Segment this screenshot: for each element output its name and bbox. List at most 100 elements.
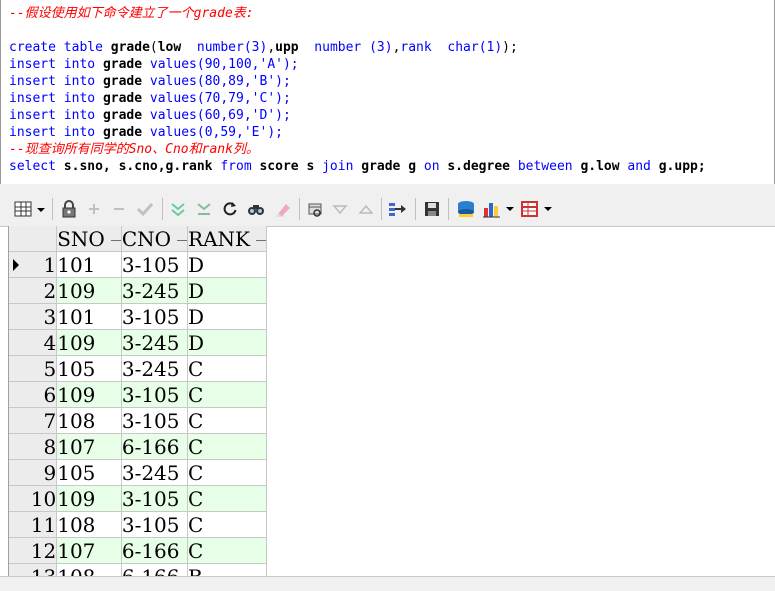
filter-icon[interactable] — [168, 199, 188, 219]
table-row[interactable]: 4 109 3-245 D — [9, 329, 267, 356]
column-header-cno[interactable]: CNO — [121, 226, 189, 252]
cell-sno[interactable]: 109 — [56, 277, 122, 304]
next-page-icon[interactable] — [331, 199, 349, 219]
table-row[interactable]: 2 109 3-245 D — [9, 277, 267, 304]
table-row[interactable]: 1 101 3-105 D — [9, 251, 267, 278]
row-number[interactable]: 2 — [9, 277, 58, 304]
horizontal-scrollbar[interactable] — [0, 576, 775, 591]
save-icon[interactable] — [422, 199, 442, 219]
clear-filter-icon[interactable] — [194, 199, 214, 219]
cell-cno[interactable]: 3-245 — [121, 329, 189, 356]
delete-record-icon[interactable] — [110, 199, 128, 219]
query-by-example-icon[interactable] — [305, 199, 325, 219]
row-number[interactable]: 6 — [9, 381, 58, 408]
row-number[interactable]: 13 — [9, 563, 58, 576]
row-number[interactable]: 9 — [9, 459, 58, 486]
cell-sno[interactable]: 101 — [56, 303, 122, 330]
table-row[interactable]: 9 105 3-245 C — [9, 459, 267, 486]
table-row[interactable]: 5 105 3-245 C — [9, 355, 267, 382]
table-row[interactable]: 6 109 3-105 C — [9, 381, 267, 408]
table-row[interactable]: 12 107 6-166 C — [9, 537, 267, 564]
export-icon[interactable] — [386, 199, 408, 219]
cell-cno[interactable]: 3-105 — [121, 485, 189, 512]
cell-rank[interactable]: D — [187, 251, 267, 278]
refresh-icon[interactable] — [221, 199, 239, 219]
cell-rank[interactable]: B — [187, 563, 267, 576]
cell-rank[interactable]: D — [187, 329, 267, 356]
cell-rank[interactable]: D — [187, 277, 267, 304]
table-row[interactable]: 10 109 3-105 C — [9, 485, 267, 512]
cell-cno[interactable]: 3-105 — [121, 407, 189, 434]
cell-sno[interactable]: 109 — [56, 381, 122, 408]
chart-icon[interactable] — [482, 199, 518, 219]
table-icon[interactable] — [520, 199, 556, 219]
cell-rank[interactable]: C — [187, 381, 267, 408]
cell-sno[interactable]: 109 — [56, 329, 122, 356]
cell-sno[interactable]: 105 — [56, 355, 122, 382]
find-icon[interactable] — [246, 199, 266, 219]
table-row[interactable]: 7 108 3-105 C — [9, 407, 267, 434]
cell-cno[interactable]: 3-105 — [121, 511, 189, 538]
row-number[interactable]: 5 — [9, 355, 58, 382]
code-token: char — [447, 40, 479, 55]
cell-rank[interactable]: C — [187, 355, 267, 382]
cell-rank[interactable]: C — [187, 485, 267, 512]
sql-code[interactable]: --假设使用如下命令建立了一个grade表: create table grad… — [9, 5, 706, 175]
column-header-rank[interactable]: RANK — [187, 226, 267, 252]
code-token: number — [314, 40, 362, 55]
grid-view-icon[interactable] — [13, 199, 49, 219]
cell-sno[interactable]: 105 — [56, 459, 122, 486]
row-number[interactable]: 10 — [9, 485, 58, 512]
previous-page-icon[interactable] — [357, 199, 375, 219]
cell-cno[interactable]: 3-245 — [121, 459, 189, 486]
row-number[interactable]: 4 — [9, 329, 58, 356]
table-row[interactable]: 131086-166B — [9, 563, 267, 576]
cell-rank[interactable]: D — [187, 303, 267, 330]
cell-cno[interactable]: 6-166 — [121, 563, 189, 576]
cell-cno[interactable]: 6-166 — [121, 433, 189, 460]
cell-cno[interactable]: 3-105 — [121, 251, 189, 278]
cell-cno[interactable]: 3-105 — [121, 381, 189, 408]
cell-cno[interactable]: 3-245 — [121, 277, 189, 304]
cell-sno[interactable]: 101 — [56, 251, 122, 278]
cell-sno[interactable]: 107 — [56, 433, 122, 460]
table-row[interactable]: 8 107 6-166 C — [9, 433, 267, 460]
cell-rank[interactable]: C — [187, 537, 267, 564]
add-record-icon[interactable] — [85, 199, 103, 219]
cell-cno[interactable]: 3-245 — [121, 355, 189, 382]
cell-sno[interactable]: 108 — [56, 407, 122, 434]
cell-cno[interactable]: 3-105 — [121, 303, 189, 330]
table-row[interactable]: 3 101 3-105 D — [9, 303, 267, 330]
row-number[interactable]: 8 — [9, 433, 58, 460]
column-header-sno[interactable]: SNO — [56, 226, 122, 252]
row-number[interactable]: 11 — [9, 511, 58, 538]
cell-sno[interactable]: 108 — [56, 511, 122, 538]
connect-icon[interactable] — [455, 199, 477, 219]
cell-rank[interactable]: C — [187, 407, 267, 434]
lock-icon[interactable] — [59, 199, 79, 219]
grid-corner[interactable] — [9, 226, 58, 252]
cell-rank[interactable]: C — [187, 459, 267, 486]
cell-cno[interactable]: 6-166 — [121, 537, 189, 564]
cell-rank[interactable]: C — [187, 511, 267, 538]
row-number[interactable]: 1 — [9, 251, 58, 278]
table-row[interactable]: 11 108 3-105 C — [9, 511, 267, 538]
row-number[interactable]: 12 — [9, 537, 58, 564]
results-grid[interactable]: SNO CNO RANK 1 101 3-105 D 2 109 3-245 D 3 101 3-1… — [8, 226, 267, 576]
post-record-icon[interactable] — [135, 199, 155, 219]
clear-icon[interactable] — [273, 199, 293, 219]
cell-rank[interactable]: C — [187, 433, 267, 460]
cell-sno[interactable]: 108 — [56, 563, 122, 576]
row-number[interactable]: 3 — [9, 303, 58, 330]
cell-sno[interactable]: 107 — [56, 537, 122, 564]
cell-sno[interactable]: 109 — [56, 485, 122, 512]
sql-editor[interactable]: --假设使用如下命令建立了一个grade表: create table grad… — [0, 0, 775, 185]
row-number[interactable]: 7 — [9, 407, 58, 434]
code-token: (70,79,'C'); — [196, 91, 291, 106]
